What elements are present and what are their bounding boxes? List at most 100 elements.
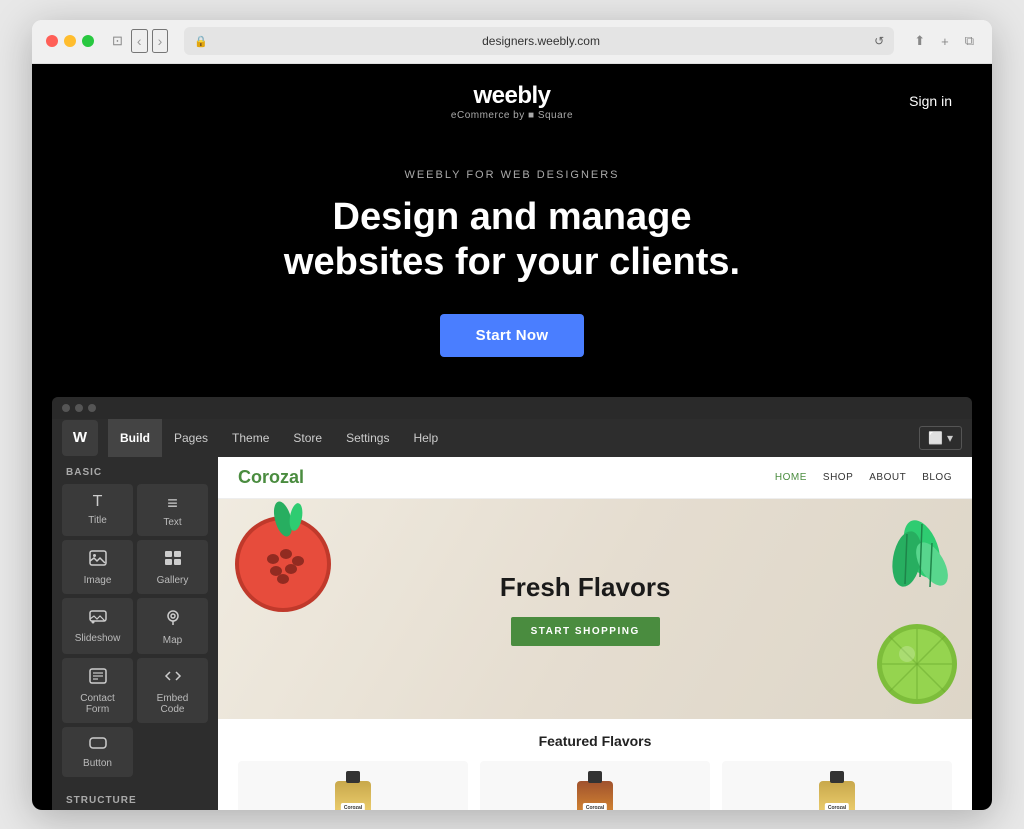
image-label: Image xyxy=(84,575,112,586)
product-bottle-3: Corozal xyxy=(819,781,855,810)
display-arrow: ▾ xyxy=(947,431,953,445)
back-button[interactable]: ‹ xyxy=(131,29,148,53)
sign-in-link[interactable]: Sign in xyxy=(909,93,952,109)
display-icon: ⬜ xyxy=(928,431,943,445)
start-shopping-button[interactable]: START SHOPPING xyxy=(511,617,660,646)
hero-title: Design and managewebsites for your clien… xyxy=(72,195,952,286)
sidebar-item-text[interactable]: ≡ Text xyxy=(137,484,208,536)
editor-dot-2 xyxy=(75,404,83,412)
hero-cta-button[interactable]: Start Now xyxy=(440,314,585,357)
button-icon xyxy=(89,737,107,753)
gallery-icon xyxy=(164,550,182,570)
contact-form-label: Contact Form xyxy=(70,693,125,715)
forward-button[interactable]: › xyxy=(152,29,169,53)
editor-logo: W xyxy=(62,420,98,456)
gallery-label: Gallery xyxy=(157,575,189,586)
inner-nav-shop[interactable]: SHOP xyxy=(823,472,853,483)
contact-form-icon xyxy=(89,668,107,688)
leaves-decoration xyxy=(872,509,952,609)
product-card-1[interactable]: Corozal xyxy=(238,761,468,810)
browser-window: ⊡ ‹ › 🔒 designers.weebly.com ↺ ⬆ + ⧉ wee… xyxy=(32,20,992,810)
inner-nav-home[interactable]: HOME xyxy=(775,472,807,483)
fullscreen-button[interactable] xyxy=(82,35,94,47)
product-bottle-1: Corozal xyxy=(335,781,371,810)
sidebar-item-gallery[interactable]: Gallery xyxy=(137,540,208,594)
title-label: Title xyxy=(88,515,107,526)
embed-code-icon xyxy=(164,668,182,688)
browser-titlebar: ⊡ ‹ › 🔒 designers.weebly.com ↺ ⬆ + ⧉ xyxy=(32,20,992,64)
hero-subtitle: WEEBLY FOR WEB DESIGNERS xyxy=(72,169,952,181)
title-icon: T xyxy=(93,494,103,510)
product-card-2[interactable]: Corozal xyxy=(480,761,710,810)
editor-mockup: W Build Pages Theme Store Settings Help … xyxy=(52,397,972,810)
inner-nav-about[interactable]: ABOUT xyxy=(869,472,906,483)
structure-section-label: STRUCTURE xyxy=(52,785,218,810)
traffic-lights xyxy=(46,35,94,47)
editor-dot-3 xyxy=(88,404,96,412)
text-label: Text xyxy=(163,517,181,528)
products-grid: Corozal Corozal Corozal xyxy=(238,761,952,810)
editor-nav-build[interactable]: Build xyxy=(108,419,162,457)
browser-controls: ⊡ ‹ › xyxy=(108,29,168,53)
sidebar-item-title[interactable]: T Title xyxy=(62,484,133,536)
editor-nav-store[interactable]: Store xyxy=(281,419,334,457)
inner-hero-text: Fresh Flavors START SHOPPING xyxy=(500,572,671,646)
editor-body: BASIC T Title ≡ Text xyxy=(52,457,972,810)
url-text: designers.weebly.com xyxy=(214,34,868,48)
slideshow-label: Slideshow xyxy=(75,633,121,644)
reload-icon[interactable]: ↺ xyxy=(874,34,884,48)
basic-section-label: BASIC xyxy=(52,457,218,484)
inner-featured-section: Featured Flavors Corozal Corozal xyxy=(218,719,972,810)
sidebar-item-slideshow[interactable]: Slideshow xyxy=(62,598,133,654)
inner-site-header: Corozal HOME SHOP ABOUT BLOG xyxy=(218,457,972,499)
tab-switcher-icon[interactable]: ⊡ xyxy=(108,31,127,51)
text-icon: ≡ xyxy=(167,494,178,512)
featured-title: Featured Flavors xyxy=(238,733,952,749)
slideshow-icon xyxy=(89,608,107,628)
map-label: Map xyxy=(163,635,182,646)
editor-nav-help[interactable]: Help xyxy=(401,419,450,457)
inner-hero-section: Fresh Flavors START SHOPPING xyxy=(218,499,972,719)
weebly-logo: weebly xyxy=(365,82,658,110)
embed-code-label: Embed Code xyxy=(145,693,200,715)
editor-nav-settings[interactable]: Settings xyxy=(334,419,401,457)
sidebar-item-embed-code[interactable]: Embed Code xyxy=(137,658,208,723)
close-button[interactable] xyxy=(46,35,58,47)
inner-site-logo: Corozal xyxy=(238,467,304,488)
product-label-3: Corozal xyxy=(825,803,849,810)
add-tab-button[interactable]: + xyxy=(937,32,953,51)
sidebar-item-contact-form[interactable]: Contact Form xyxy=(62,658,133,723)
product-label-1: Corozal xyxy=(341,803,365,810)
product-label-2: Corozal xyxy=(583,803,607,810)
map-icon xyxy=(164,608,182,630)
inner-site-nav: HOME SHOP ABOUT BLOG xyxy=(775,472,952,483)
browser-actions: ⬆ + ⧉ xyxy=(910,31,978,51)
minimize-button[interactable] xyxy=(64,35,76,47)
editor-nav-theme[interactable]: Theme xyxy=(220,419,281,457)
sidebar-item-button[interactable]: Button xyxy=(62,727,133,777)
image-icon xyxy=(89,550,107,570)
product-card-3[interactable]: Corozal xyxy=(722,761,952,810)
sidebar-item-map[interactable]: Map xyxy=(137,598,208,654)
editor-nav-pages[interactable]: Pages xyxy=(162,419,220,457)
lime-decoration xyxy=(872,619,962,709)
editor-display-button[interactable]: ⬜ ▾ xyxy=(919,426,962,450)
weebly-logo-area: weebly eCommerce by ■ Square xyxy=(365,82,658,121)
editor-sidebar: BASIC T Title ≡ Text xyxy=(52,457,218,810)
address-bar[interactable]: 🔒 designers.weebly.com ↺ xyxy=(184,27,894,55)
hero-section: WEEBLY FOR WEB DESIGNERS Design and mana… xyxy=(32,139,992,397)
website-content: weebly eCommerce by ■ Square Sign in WEE… xyxy=(32,64,992,810)
sidebar-item-image[interactable]: Image xyxy=(62,540,133,594)
weebly-header: weebly eCommerce by ■ Square Sign in xyxy=(32,64,992,139)
product-bottle-2: Corozal xyxy=(577,781,613,810)
tabs-button[interactable]: ⧉ xyxy=(961,31,978,51)
inner-nav-blog[interactable]: BLOG xyxy=(922,472,952,483)
editor-topnav: W Build Pages Theme Store Settings Help … xyxy=(52,419,972,457)
inner-hero-title: Fresh Flavors xyxy=(500,572,671,603)
pomegranate-decoration xyxy=(228,499,348,619)
editor-canvas: Corozal HOME SHOP ABOUT BLOG xyxy=(218,457,972,810)
weebly-sub-logo: eCommerce by ■ Square xyxy=(365,110,658,121)
share-button[interactable]: ⬆ xyxy=(910,31,929,51)
editor-dot-1 xyxy=(62,404,70,412)
basic-items-grid: T Title ≡ Text Image xyxy=(52,484,218,785)
